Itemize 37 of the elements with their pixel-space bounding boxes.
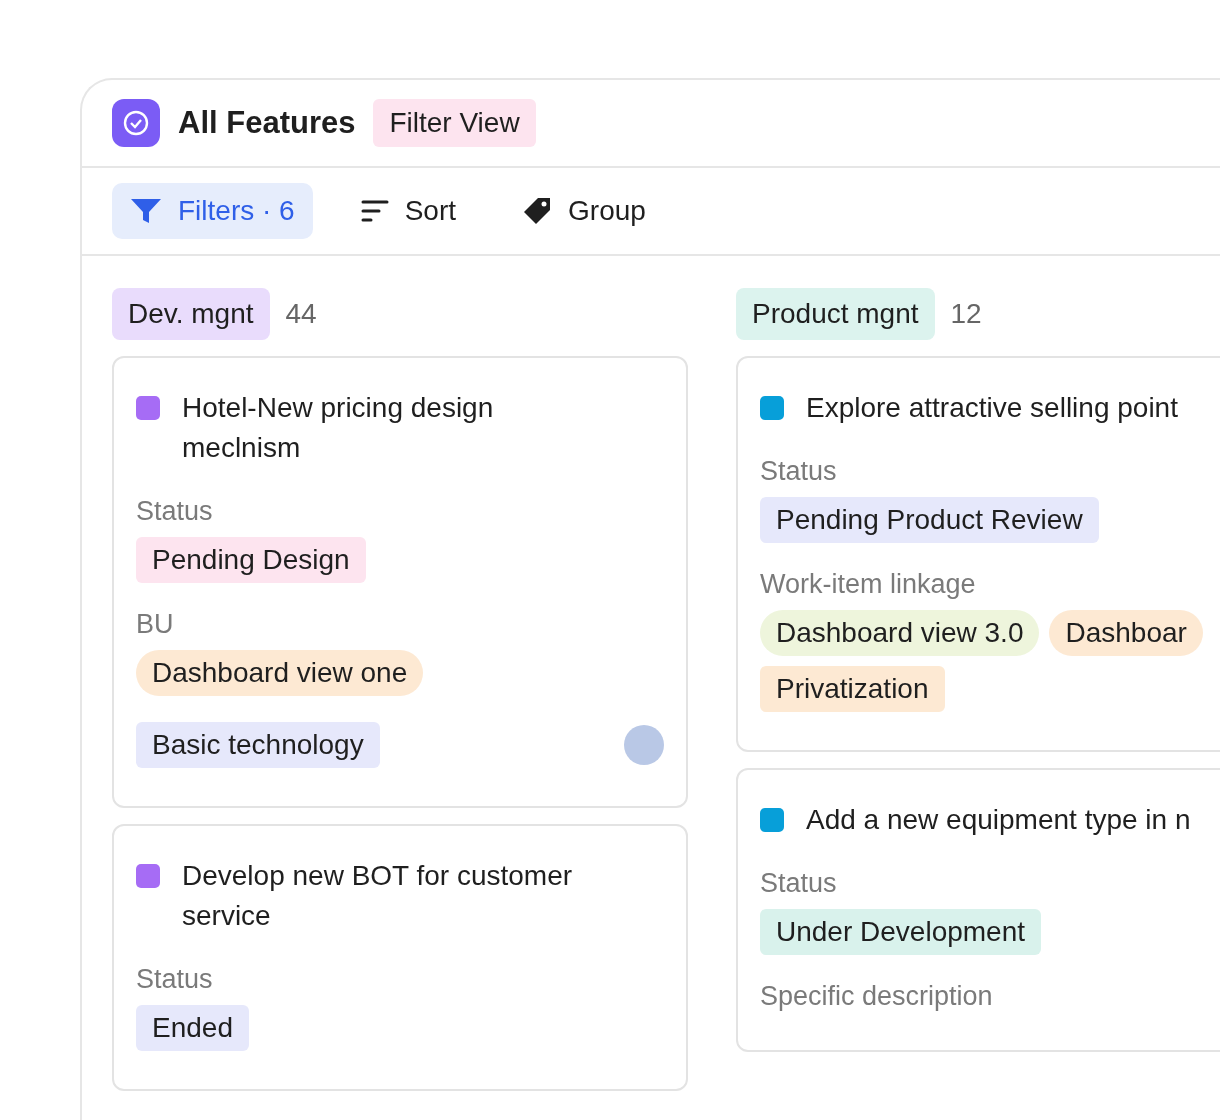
tag-icon <box>522 196 553 226</box>
sort-button[interactable]: Sort <box>342 183 475 239</box>
label-tag: Under Development <box>760 909 1042 955</box>
filter-icon <box>130 197 162 225</box>
group-button[interactable]: Group <box>504 183 664 239</box>
label-tag: Basic technology <box>136 722 380 768</box>
check-icon <box>112 99 160 147</box>
feature-card[interactable]: Add a new equipment type in n Status Under Development Specific description <box>736 768 1220 1052</box>
view-tag[interactable]: Filter View <box>373 99 536 147</box>
feature-card[interactable]: Explore attractive selling point Status Pending Product Review Work-item linkage Dashboard view 3.0 Dashboar Privatization <box>736 356 1220 752</box>
card-title: Hotel-New pricing design meclnism <box>182 391 495 465</box>
card-title: Explore attractive selling point <box>806 391 1178 425</box>
column-count: 44 <box>285 298 317 330</box>
field-label: Work-item linkage <box>760 569 977 600</box>
column-tag: Product mgnt <box>736 288 935 340</box>
field-label: Status <box>136 964 214 995</box>
page-title: All Features <box>178 105 356 141</box>
pill-tag: Dashboard view 3.0 <box>760 610 1040 656</box>
card-title: Develop new BOT for customer service <box>182 859 574 933</box>
feature-card[interactable]: Develop new BOT for customer service Status Ended <box>112 824 688 1091</box>
field-label: BU <box>136 609 175 640</box>
label-tag: Pending Design <box>136 537 366 583</box>
pill-tag: Dashboar <box>1049 610 1203 656</box>
field-label: Status <box>760 868 838 899</box>
label-tag: Privatization <box>760 666 945 712</box>
column-count: 12 <box>950 298 982 330</box>
feature-card[interactable]: Hotel-New pricing design meclnism Status Pending Design BU Dashboard view one Basic technology <box>112 356 688 808</box>
label-tag: Ended <box>136 1005 249 1051</box>
column-tag: Dev. mgnt <box>112 288 270 340</box>
filter-button[interactable]: Filters · 6 <box>112 183 313 239</box>
field-label: Status <box>760 456 838 487</box>
card-title: Add a new equipment type in n <box>806 803 1191 837</box>
field-label: Status <box>136 496 214 527</box>
pill-tag: Dashboard view one <box>136 650 424 696</box>
sort-icon <box>360 199 389 223</box>
field-label: Specific description <box>760 981 994 1012</box>
label-tag: Pending Product Review <box>760 497 1099 543</box>
